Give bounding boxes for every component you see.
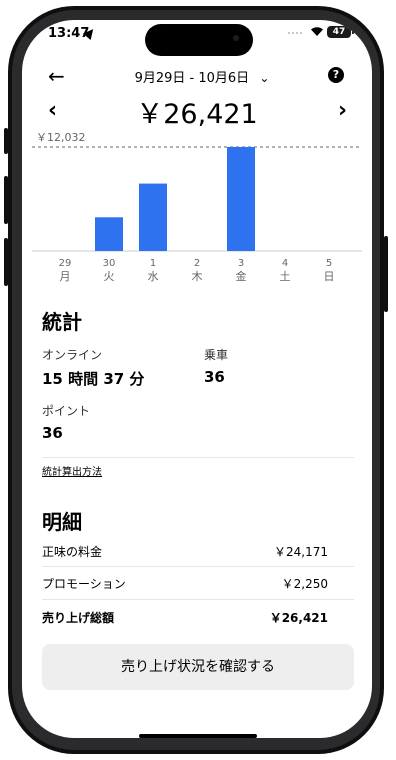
date-tick-label: 30 bbox=[103, 258, 116, 269]
promotion-label: プロモーション bbox=[42, 577, 126, 591]
next-week-icon[interactable]: › bbox=[338, 98, 347, 123]
date-tick-label: 29 bbox=[59, 258, 72, 269]
date-tick-label: 2 bbox=[194, 258, 200, 269]
earnings-bar-chart: ￥12,032 29月 30火 1水 2木 3金 4土 5日 bbox=[32, 131, 362, 283]
promotion-value: ￥2,250 bbox=[281, 577, 328, 591]
weekday-tick-label: 金 bbox=[236, 269, 247, 283]
weekday-tick-label: 土 bbox=[280, 270, 291, 283]
net-fare-label: 正味の料金 bbox=[42, 545, 103, 559]
gross-sales-value: ￥26,421 bbox=[269, 611, 328, 625]
wifi-icon bbox=[310, 26, 324, 40]
power-button bbox=[384, 236, 388, 312]
date-tick-label: 3 bbox=[238, 258, 244, 269]
previous-week-icon[interactable]: ‹ bbox=[48, 98, 57, 123]
help-icon[interactable]: ? bbox=[328, 67, 344, 83]
camera-dot bbox=[233, 35, 239, 41]
check-sales-button[interactable]: 売り上げ状況を確認する bbox=[42, 644, 354, 690]
weekday-tick-label: 月 bbox=[60, 270, 71, 283]
date-range-label: 9月29日 - 10月6日 bbox=[134, 71, 250, 86]
divider bbox=[42, 566, 354, 567]
rides-label: 乗車 bbox=[204, 348, 229, 362]
divider bbox=[42, 457, 354, 458]
weekday-tick-label: 水 bbox=[148, 270, 159, 283]
battery-cap bbox=[352, 30, 354, 34]
online-label: オンライン bbox=[42, 348, 103, 362]
net-fare-value: ￥24,171 bbox=[274, 545, 328, 559]
chart-bar bbox=[95, 217, 123, 251]
volume-up-button bbox=[4, 176, 8, 224]
date-range-selector[interactable]: 9月29日 - 10月6日 ⌄ bbox=[112, 67, 292, 86]
date-tick-label: 5 bbox=[326, 258, 332, 269]
weekday-tick-label: 日 bbox=[324, 270, 335, 283]
date-tick-label: 1 bbox=[150, 258, 156, 269]
gross-sales-label: 売り上げ総額 bbox=[42, 611, 115, 625]
date-tick-label: 4 bbox=[282, 258, 288, 269]
cellular-signal-icon bbox=[288, 32, 302, 34]
battery-icon: 47 bbox=[327, 26, 351, 38]
chevron-down-icon: ⌄ bbox=[259, 71, 270, 85]
back-arrow-icon[interactable]: ← bbox=[48, 64, 65, 88]
breakdown-title: 明細 bbox=[42, 510, 82, 534]
weekday-tick-label: 木 bbox=[192, 270, 203, 283]
points-label: ポイント bbox=[42, 404, 91, 418]
chart-bar bbox=[227, 147, 255, 251]
home-indicator[interactable] bbox=[139, 734, 257, 738]
earnings-total: ￥26,421 bbox=[136, 99, 258, 130]
points-value: 36 bbox=[42, 424, 63, 442]
divider bbox=[42, 599, 354, 600]
volume-down-button bbox=[4, 238, 8, 286]
chart-bar bbox=[139, 183, 167, 251]
app-screen: 13:47 47 ← 9月29日 - 10月6日 ⌄ ? ‹ ￥26,421 ›… bbox=[22, 20, 372, 738]
stats-method-link[interactable]: 統計算出方法 bbox=[42, 463, 102, 478]
stats-title: 統計 bbox=[42, 310, 82, 334]
rides-value: 36 bbox=[204, 368, 225, 386]
online-value: 15 時間 37 分 bbox=[42, 370, 145, 388]
weekday-tick-label: 火 bbox=[104, 270, 115, 283]
reference-value-label: ￥12,032 bbox=[36, 131, 86, 144]
silent-switch bbox=[4, 128, 8, 154]
